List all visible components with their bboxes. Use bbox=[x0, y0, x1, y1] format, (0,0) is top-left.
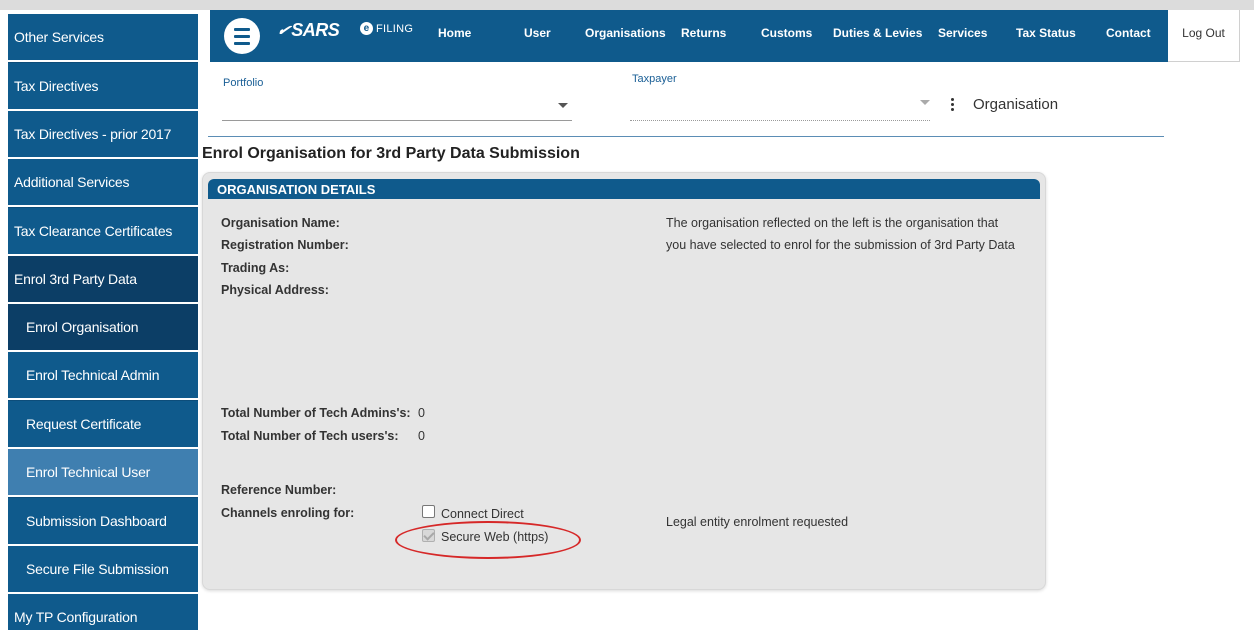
kebab-dot bbox=[951, 103, 954, 106]
taxpayer-underline bbox=[630, 120, 930, 121]
nav-tax-status[interactable]: Tax Status bbox=[1016, 26, 1076, 40]
tech-users-value: 0 bbox=[418, 429, 425, 443]
sidebar-item-enrol-3rd-party-data[interactable]: Enrol 3rd Party Data bbox=[8, 256, 198, 304]
highlight-annotation-ellipse bbox=[395, 521, 581, 559]
portfolio-label: Portfolio bbox=[223, 77, 264, 89]
nav-home[interactable]: Home bbox=[438, 26, 471, 40]
sidebar: Other Services Tax Directives Tax Direct… bbox=[8, 14, 198, 630]
sars-logo-mark-icon: ✔ bbox=[275, 22, 293, 38]
tech-admins-value: 0 bbox=[418, 406, 425, 420]
app-root: Other Services Tax Directives Tax Direct… bbox=[0, 0, 1254, 630]
sidebar-item-tax-clearance-certificates[interactable]: Tax Clearance Certificates bbox=[8, 208, 198, 256]
tech-users-label: Total Number of Tech users's: bbox=[221, 429, 399, 443]
portfolio-chevron-down-icon[interactable] bbox=[558, 103, 568, 108]
nav-duties-levies[interactable]: Duties & Levies bbox=[833, 26, 922, 40]
portfolio-underline bbox=[222, 120, 572, 121]
connect-direct-label: Connect Direct bbox=[441, 507, 524, 521]
sidebar-item-additional-services[interactable]: Additional Services bbox=[8, 159, 198, 207]
physical-address-label: Physical Address: bbox=[221, 283, 329, 297]
menu-line bbox=[234, 34, 250, 38]
menu-line bbox=[234, 27, 250, 31]
info-note-line-2: you have selected to enrol for the submi… bbox=[666, 238, 1015, 252]
sidebar-item-secure-file-submission[interactable]: Secure File Submission bbox=[8, 546, 198, 594]
more-options-icon[interactable] bbox=[951, 98, 955, 111]
nav-customs[interactable]: Customs bbox=[761, 26, 812, 40]
sidebar-item-tax-directives[interactable]: Tax Directives bbox=[8, 63, 198, 111]
sidebar-item-my-tp-configuration[interactable]: My TP Configuration bbox=[8, 594, 198, 630]
nav-returns[interactable]: Returns bbox=[681, 26, 726, 40]
sidebar-item-tax-directives-prior-2017[interactable]: Tax Directives - prior 2017 bbox=[8, 111, 198, 159]
browser-top-strip bbox=[0, 0, 1254, 10]
organisation-name-label: Organisation Name: bbox=[221, 216, 340, 230]
sars-logo: ✔ SARS bbox=[275, 20, 340, 41]
top-navigation-bar: ✔ SARS e FILING Home User Organisations … bbox=[210, 10, 1168, 62]
page-title: Enrol Organisation for 3rd Party Data Su… bbox=[202, 145, 580, 162]
sidebar-item-enrol-technical-user[interactable]: Enrol Technical User bbox=[8, 449, 198, 497]
efiling-logo: e FILING bbox=[360, 22, 413, 35]
enrolment-status-text: Legal entity enrolment requested bbox=[666, 515, 849, 529]
tech-admins-label: Total Number of Tech Admins's: bbox=[221, 406, 411, 420]
sidebar-item-enrol-organisation[interactable]: Enrol Organisation bbox=[8, 304, 198, 352]
hamburger-menu-button[interactable] bbox=[224, 18, 260, 54]
sars-logo-text: SARS bbox=[291, 20, 340, 40]
sidebar-item-other-services[interactable]: Other Services bbox=[8, 14, 198, 62]
nav-organisations[interactable]: Organisations bbox=[585, 26, 666, 40]
logout-button[interactable]: Log Out bbox=[1168, 10, 1240, 62]
info-note-line-1: The organisation reflected on the left i… bbox=[666, 216, 999, 230]
sidebar-item-enrol-technical-admin[interactable]: Enrol Technical Admin bbox=[8, 352, 198, 400]
context-type-label: Organisation bbox=[973, 96, 1059, 113]
nav-services[interactable]: Services bbox=[938, 26, 987, 40]
section-header: ORGANISATION DETAILS bbox=[208, 179, 1040, 199]
nav-contact[interactable]: Contact bbox=[1106, 26, 1151, 40]
kebab-dot bbox=[951, 108, 954, 111]
nav-user[interactable]: User bbox=[524, 26, 551, 40]
organisation-details-card bbox=[202, 172, 1046, 590]
menu-line bbox=[234, 41, 250, 45]
sidebar-item-request-certificate[interactable]: Request Certificate bbox=[8, 401, 198, 449]
trading-as-label: Trading As: bbox=[221, 261, 290, 275]
efiling-e-icon: e bbox=[360, 22, 373, 35]
taxpayer-chevron-down-icon[interactable] bbox=[920, 100, 930, 105]
taxpayer-label: Taxpayer bbox=[632, 73, 677, 85]
connect-direct-checkbox[interactable] bbox=[422, 505, 435, 518]
registration-number-label: Registration Number: bbox=[221, 238, 349, 252]
channels-label: Channels enroling for: bbox=[221, 506, 355, 520]
efiling-logo-text: FILING bbox=[376, 22, 414, 35]
reference-number-label: Reference Number: bbox=[221, 483, 337, 497]
sidebar-item-submission-dashboard[interactable]: Submission Dashboard bbox=[8, 498, 198, 546]
selector-bar-divider bbox=[208, 136, 1164, 137]
kebab-dot bbox=[951, 98, 954, 101]
